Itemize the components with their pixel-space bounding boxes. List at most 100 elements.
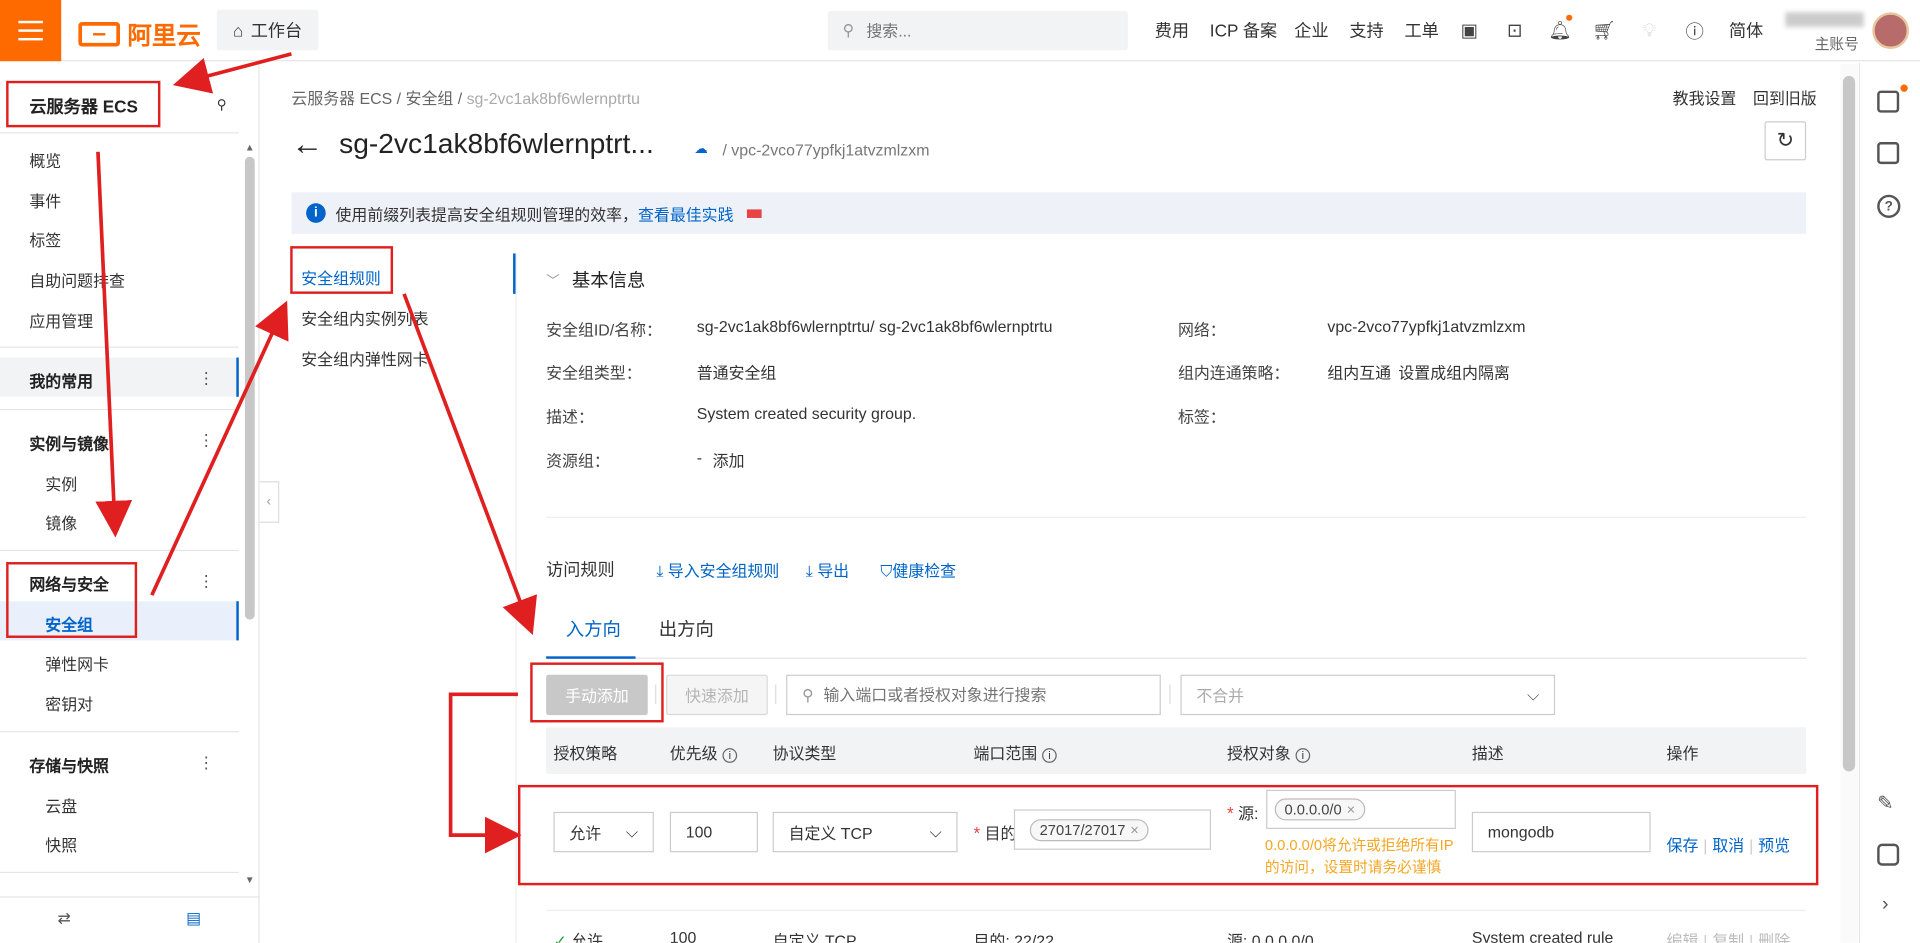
teach-me-link[interactable]: 教我设置	[1673, 89, 1737, 107]
help-icon[interactable]: ⓘ	[1682, 18, 1706, 42]
global-search-input[interactable]	[866, 21, 1100, 40]
tab-outbound[interactable]: 出方向	[659, 616, 714, 642]
network-value: vpc-2vco77ypfkj1atvzmlzxm	[1327, 317, 1526, 336]
sidebar-scrollbar[interactable]	[244, 156, 255, 620]
divider	[0, 731, 239, 733]
breadcrumb-ecs[interactable]: 云服务器 ECS	[291, 89, 392, 107]
type-label: 安全组类型：	[546, 363, 642, 383]
delete-button[interactable]: 删除	[1758, 932, 1790, 943]
export-icon: ⤓	[805, 562, 813, 581]
notice-banner: i 使用前缀列表提高安全组规则管理的效率， 查看最佳实践	[291, 192, 1807, 234]
resource-group-label: 资源组：	[546, 451, 610, 471]
info-icon[interactable]: i	[722, 747, 738, 763]
edit-icon[interactable]: ✎	[1877, 791, 1893, 815]
annotation-box-ecs	[6, 80, 161, 128]
workbench-button[interactable]: ⌂ 工作台	[216, 9, 319, 51]
more-icon[interactable]: ⋮	[198, 572, 214, 592]
switch-icon[interactable]: ⇄	[58, 909, 71, 929]
rules-title: 访问规则	[546, 559, 615, 580]
health-check-link[interactable]: ⛉健康检查	[880, 558, 956, 581]
nav-icp[interactable]: ICP 备案	[1210, 0, 1277, 61]
sidebar-search-icon[interactable]: ⚲	[217, 97, 227, 113]
sidebar-group-favorites[interactable]: 我的常用	[29, 369, 93, 392]
chat-icon[interactable]	[1877, 843, 1900, 866]
avatar[interactable]	[1872, 12, 1909, 49]
sidebar-item-events[interactable]: 事件	[29, 189, 61, 212]
separator	[1169, 684, 1171, 705]
back-arrow-icon[interactable]: ←	[291, 125, 323, 163]
tabs-baseline	[546, 657, 1807, 659]
menu-icon[interactable]	[0, 0, 62, 62]
checklist-icon[interactable]	[1877, 142, 1900, 165]
nav-enterprise[interactable]: 企业	[1294, 0, 1328, 61]
subnav-eni[interactable]: 安全组内弹性网卡	[301, 347, 428, 370]
cart-icon[interactable]: 🛒︎	[1592, 18, 1616, 42]
lightbulb-icon[interactable]: 💡︎	[1637, 18, 1661, 42]
divider	[0, 408, 239, 411]
info-icon[interactable]: i	[1042, 747, 1057, 763]
sidebar-footer	[0, 896, 260, 943]
vpc-subtitle: / vpc-2vco77ypfkj1atvzmlzxm	[722, 140, 930, 160]
divider	[546, 516, 1807, 518]
rule-search-input[interactable]	[823, 685, 1142, 705]
sidebar-item-overview[interactable]: 概览	[29, 148, 61, 171]
breadcrumb-sg[interactable]: 安全组	[406, 89, 454, 107]
existing-port: 目的: 22/22	[973, 931, 1055, 943]
more-icon[interactable]: ⋮	[198, 753, 214, 773]
sidebar-item-keypair[interactable]: 密钥对	[45, 692, 93, 715]
tab-inbound[interactable]: 入方向	[566, 616, 621, 642]
aliyun-logo[interactable]: 阿里云	[78, 16, 201, 52]
rule-search[interactable]: ⚲	[786, 674, 1161, 716]
scroll-down-icon[interactable]: ▼	[245, 874, 255, 885]
help-icon[interactable]: ?	[1877, 194, 1901, 218]
nav-fees[interactable]: 费用	[1155, 0, 1189, 61]
nav-support[interactable]: 支持	[1349, 0, 1383, 61]
language-switch[interactable]: 简体	[1729, 0, 1763, 61]
sidebar-item-troubleshoot[interactable]: 自助问题排查	[29, 268, 125, 291]
sidebar-item-disk[interactable]: 云盘	[45, 793, 77, 816]
best-practice-link[interactable]: 查看最佳实践	[638, 201, 734, 224]
sidebar-item-apps[interactable]: 应用管理	[29, 309, 93, 332]
subnav-instances[interactable]: 安全组内实例列表	[301, 306, 428, 329]
add-resource-group-link[interactable]: 添加	[713, 448, 745, 471]
merge-select[interactable]: 不合并 ⌵	[1180, 674, 1556, 716]
policy-value: 组内互通	[1327, 363, 1392, 383]
basic-info-header[interactable]: ﹀ 基本信息	[546, 267, 645, 293]
terminal-icon[interactable]: ⊡	[1502, 18, 1526, 42]
type-value: 普通安全组	[696, 363, 777, 383]
existing-policy-text: 允许	[571, 931, 604, 943]
old-version-link[interactable]: 回到旧版	[1753, 89, 1817, 107]
book-icon[interactable]	[1877, 90, 1900, 113]
main-scrollbar[interactable]	[1842, 75, 1856, 772]
sidebar-item-image[interactable]: 镜像	[45, 511, 77, 534]
edit-button[interactable]: 编辑	[1667, 932, 1699, 943]
nav-ticket[interactable]: 工单	[1405, 0, 1439, 61]
app-icon[interactable]: ▣	[1457, 18, 1481, 42]
sidebar-item-instance[interactable]: 实例	[45, 471, 77, 494]
expand-icon[interactable]: ›	[1882, 894, 1889, 916]
notice-text: 使用前缀列表提高安全组规则管理的效率，	[335, 205, 638, 224]
sidebar-group-storage[interactable]: 存储与快照	[29, 753, 109, 776]
doc-icon[interactable]: ▤	[186, 909, 201, 929]
set-isolation-link[interactable]: 设置成组内隔离	[1398, 360, 1509, 383]
sidebar-item-eni[interactable]: 弹性网卡	[45, 651, 109, 674]
info-icon[interactable]: i	[1295, 747, 1311, 763]
import-rules-link[interactable]: ⤓ 导入安全组规则	[656, 558, 779, 581]
scroll-up-icon[interactable]: ▲	[245, 142, 255, 153]
nav-fees-label: 费用	[1154, 20, 1189, 41]
refresh-button[interactable]: ↻	[1764, 121, 1807, 161]
collapse-sidebar-icon[interactable]: ‹	[259, 481, 280, 523]
more-icon[interactable]: ⋮	[198, 369, 214, 389]
more-icon[interactable]: ⋮	[198, 431, 214, 451]
global-search[interactable]: ⚲	[827, 11, 1128, 51]
sidebar-item-snapshot[interactable]: 快照	[45, 833, 77, 856]
desc-value: System created security group.	[696, 404, 917, 423]
quick-add-button[interactable]: 快速添加	[666, 674, 768, 716]
copy-button[interactable]: 复制	[1712, 932, 1744, 943]
bell-icon[interactable]: 🔔︎	[1548, 18, 1572, 42]
search-icon: ⚲	[802, 685, 814, 704]
tab-active-underline	[546, 656, 636, 659]
sidebar-item-tags[interactable]: 标签	[29, 228, 61, 251]
export-link[interactable]: ⤓ 导出	[806, 558, 849, 581]
sidebar-group-instances[interactable]: 实例与镜像	[29, 431, 109, 454]
